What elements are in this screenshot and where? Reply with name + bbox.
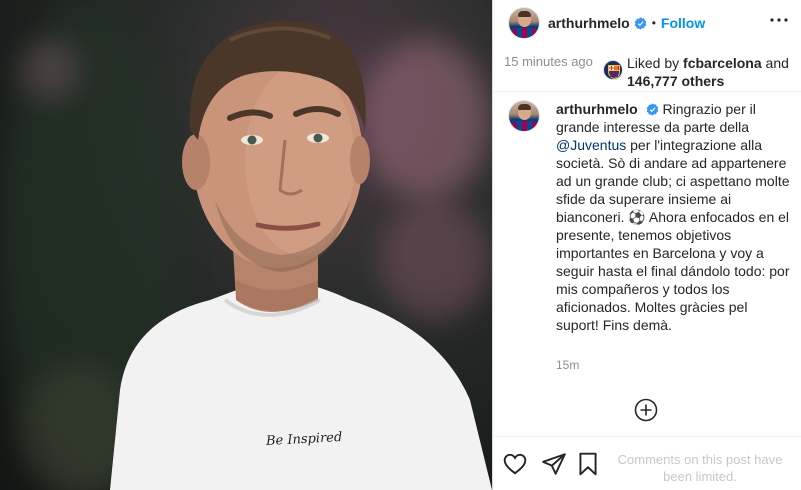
comments-limited-notice: Comments on this post have been limited. <box>617 452 783 484</box>
post-header: arthurhmelo • Follow <box>493 0 801 46</box>
caption-text: arthurhmelo Ringrazio per il grande inte… <box>556 100 792 334</box>
verified-badge-icon <box>646 103 658 116</box>
author-avatar[interactable] <box>508 7 540 39</box>
caption-body-2: per l'integrazione alla società. Sò di a… <box>556 137 790 333</box>
post-time-ago: 15 minutes ago <box>504 54 593 69</box>
post-actions-bar: Comments on this post have been limited. <box>493 436 801 490</box>
heart-icon[interactable] <box>502 451 528 477</box>
caption-time: 15m <box>556 358 580 372</box>
fcbarcelona-avatar[interactable] <box>603 60 623 80</box>
liked-by-text: Liked by fcbarcelona and 146,777 others <box>627 54 797 90</box>
follow-button[interactable]: Follow <box>661 15 705 31</box>
separator-dot: • <box>651 16 656 30</box>
paper-plane-icon[interactable] <box>541 451 567 477</box>
author-username[interactable]: arthurhmelo <box>548 15 630 31</box>
verified-badge-icon <box>634 16 646 30</box>
bookmark-icon[interactable] <box>575 451 601 477</box>
liked-by-prefix: Liked by <box>627 55 680 71</box>
likes-count-link[interactable]: 146,777 others <box>627 73 724 89</box>
more-options-icon[interactable] <box>770 17 788 23</box>
caption-username[interactable]: arthurhmelo <box>556 101 638 117</box>
liked-by-and: and <box>765 55 789 71</box>
liked-by-user-link[interactable]: fcbarcelona <box>683 55 762 71</box>
caption-author-avatar[interactable] <box>508 100 540 132</box>
portrait-figure <box>110 20 492 490</box>
likes-summary: 15 minutes ago Liked by fcbarcelona and … <box>493 46 801 92</box>
post-side-panel: arthurhmelo • Follow 15 minutes ago Like… <box>492 0 801 490</box>
post-image[interactable]: Be Inspired <box>0 0 492 490</box>
plus-circle-icon[interactable] <box>634 398 658 422</box>
juventus-mention-link[interactable]: @Juventus <box>556 137 626 153</box>
